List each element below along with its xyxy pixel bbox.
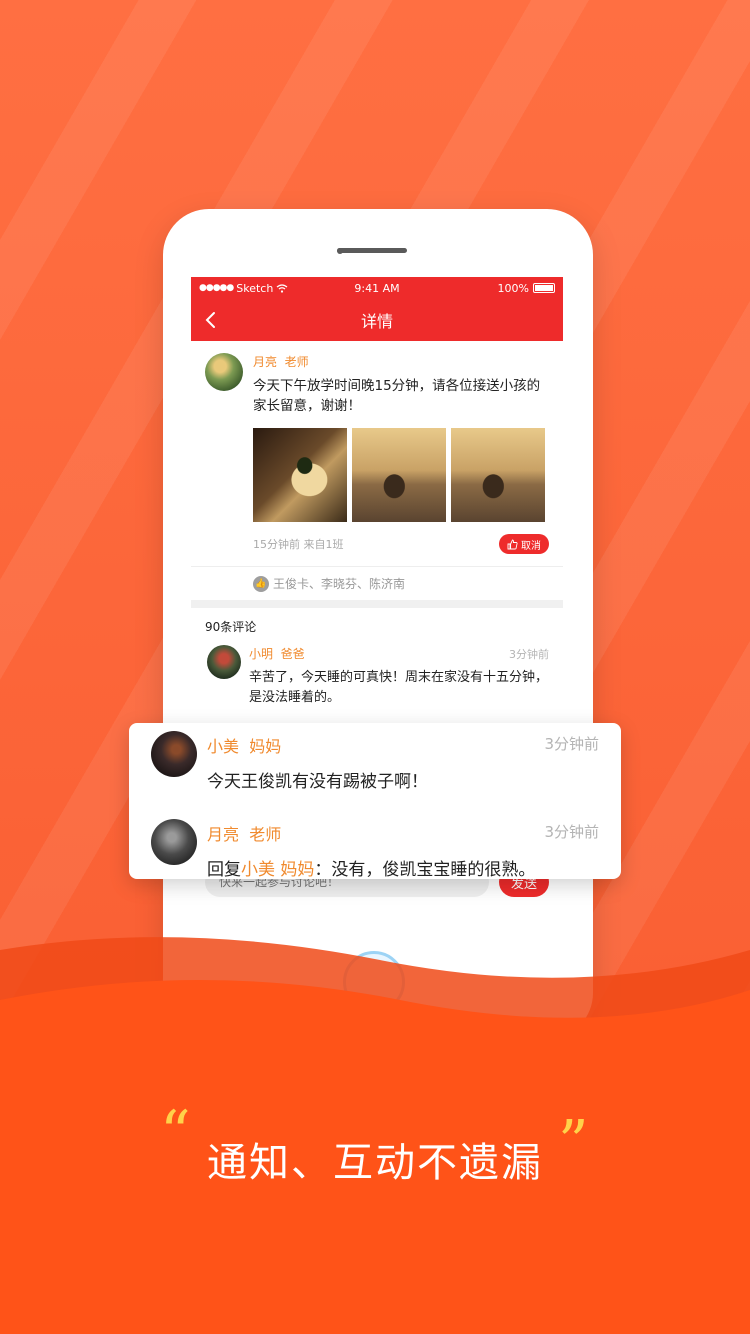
comment-item: 小明 爸爸 3分钟前 辛苦了，今天睡的可真快！周末在家没有十五分钟，是没法睡着的… — [191, 641, 563, 716]
divider — [191, 600, 563, 608]
comment-author: 小美 妈妈 — [207, 737, 282, 756]
close-quote-mark: ” — [558, 1108, 589, 1178]
battery-icon — [533, 283, 555, 293]
comments-count: 90条评论 — [205, 620, 257, 634]
like-count-icon: 👍 — [253, 575, 269, 592]
avatar[interactable] — [207, 645, 241, 679]
phone-speaker — [337, 248, 407, 253]
avatar[interactable] — [205, 353, 243, 391]
post-meta: 15分钟前 来自1班 取消 — [253, 534, 549, 554]
reply-prefix: 回复 — [207, 860, 241, 880]
comment-item: 月亮 老师 3分钟前 回复小美 妈妈：没有，俊凯宝宝睡的很熟。 — [151, 815, 599, 880]
slogan: 通知、互动不遗漏 — [207, 1140, 543, 1186]
photo-grid — [253, 428, 549, 522]
comment-time: 3分钟前 — [544, 823, 599, 841]
like-button[interactable]: 取消 — [499, 534, 549, 554]
photo-thumbnail[interactable] — [352, 428, 446, 522]
phone-mockup: ●●●●● Sketch 9:41 AM 100% 详情 月亮 老师 今天下午放… — [163, 209, 593, 1039]
highlighted-comments-card: 小美 妈妈 3分钟前 今天王俊凯有没有踢被子啊！ 月亮 老师 3分钟前 回复小美… — [129, 723, 621, 880]
reply-text: 回复小美 妈妈：没有，俊凯宝宝睡的很熟。 — [207, 855, 535, 880]
comment-time: 3分钟前 — [544, 735, 599, 753]
comment-time: 3分钟前 — [509, 647, 549, 661]
comment-author: 月亮 老师 — [207, 825, 282, 844]
post-time-source: 15分钟前 来自1班 — [253, 538, 344, 551]
back-icon[interactable] — [203, 311, 221, 329]
clock: 9:41 AM — [354, 281, 400, 295]
comment-author: 小明 爸爸 — [249, 647, 305, 661]
post-text: 今天下午放学时间晚15分钟，请各位接送小孩的家长留意，谢谢！ — [253, 378, 541, 414]
avatar[interactable] — [151, 819, 197, 865]
nav-bar: 详情 — [191, 299, 563, 341]
status-bar: ●●●●● Sketch 9:41 AM 100% — [191, 277, 563, 299]
likes-names[interactable]: 王俊卡、李晓芬、陈济南 — [273, 575, 405, 592]
comment-text: 今天王俊凯有没有踢被子啊！ — [207, 772, 428, 792]
post-author: 月亮 老师 — [253, 355, 309, 369]
page-title: 详情 — [360, 312, 393, 331]
comment-text: 辛苦了，今天睡的可真快！周末在家没有十五分钟，是没法睡着的。 — [249, 670, 549, 705]
avatar[interactable] — [151, 731, 197, 777]
photo-thumbnail[interactable] — [253, 428, 347, 522]
post-card: 月亮 老师 今天下午放学时间晚15分钟，请各位接送小孩的家长留意，谢谢！ 15分… — [191, 341, 563, 600]
photo-thumbnail[interactable] — [451, 428, 545, 522]
likes-row: 👍 王俊卡、李晓芬、陈济南 — [191, 566, 563, 600]
comment-text: ：没有，俊凯宝宝睡的很熟。 — [314, 860, 536, 880]
thumbs-up-icon — [507, 539, 518, 549]
reply-target[interactable]: 小美 妈妈 — [241, 860, 314, 880]
comment-item: 小美 妈妈 3分钟前 今天王俊凯有没有踢被子啊！ — [151, 727, 599, 792]
phone-camera-dot — [337, 248, 343, 254]
